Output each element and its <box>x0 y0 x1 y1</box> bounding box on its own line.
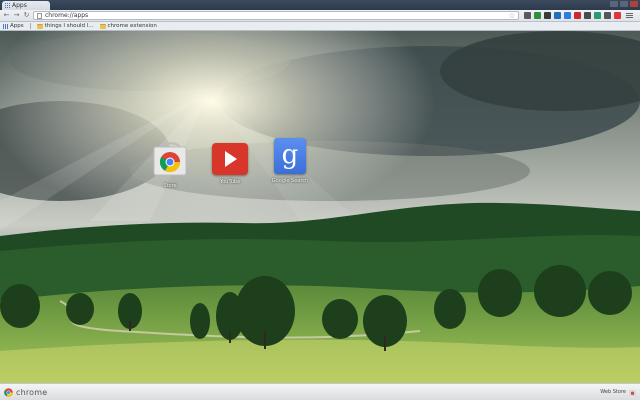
hamburger-menu-icon[interactable] <box>626 13 633 18</box>
app-youtube[interactable]: YouTube <box>200 141 260 185</box>
app-label: YouTube <box>219 179 241 185</box>
browser-window: Apps ← → ↻ chrome://apps ☆ Apps things I… <box>0 0 640 400</box>
forward-arrow-icon[interactable]: → <box>13 12 20 19</box>
youtube-icon <box>212 143 248 175</box>
apps-grid-icon <box>3 23 8 29</box>
tab-strip: Apps <box>0 0 640 10</box>
ext-4-icon[interactable] <box>554 12 561 19</box>
toolbar: ← → ↻ chrome://apps ☆ <box>0 10 640 22</box>
bookmark-label: chrome extension <box>107 23 157 29</box>
ext-8-icon[interactable] <box>594 12 601 19</box>
apps-grid: Store YouTube g Google Search <box>0 31 640 383</box>
back-arrow-icon[interactable]: ← <box>3 12 10 19</box>
chrome-logo-icon <box>4 387 13 397</box>
app-label: Store <box>163 183 177 189</box>
app-label: Google Search <box>271 178 309 184</box>
ext-9-icon[interactable] <box>604 12 611 19</box>
ext-7-icon[interactable] <box>584 12 591 19</box>
reload-icon[interactable]: ↻ <box>23 12 30 19</box>
extension-icons <box>524 12 621 19</box>
address-bar[interactable]: chrome://apps ☆ <box>33 11 519 20</box>
ext-1-icon[interactable] <box>524 12 531 19</box>
app-google-search[interactable]: g Google Search <box>260 138 320 184</box>
chrome-web-store-icon <box>153 142 187 176</box>
tab-apps[interactable]: Apps <box>2 1 50 10</box>
apps-page: Store YouTube g Google Search <box>0 31 640 383</box>
web-store-label: Web Store <box>600 389 626 395</box>
web-store-link[interactable]: Web Store <box>600 389 636 396</box>
ext-5-icon[interactable] <box>564 12 571 19</box>
window-controls <box>610 1 638 7</box>
star-icon[interactable]: ☆ <box>509 12 515 20</box>
bookmark-folder-chrome-extension[interactable]: chrome extension <box>99 23 157 29</box>
ext-10-icon[interactable] <box>614 12 621 19</box>
ext-3-icon[interactable] <box>544 12 551 19</box>
maximize-button[interactable] <box>620 1 628 7</box>
ext-6-icon[interactable] <box>574 12 581 19</box>
bookmark-label: things I should l... <box>44 23 94 29</box>
apps-footer: chrome Web Store <box>0 383 640 400</box>
chrome-wordmark: chrome <box>16 387 48 397</box>
app-store[interactable]: Store <box>140 141 200 189</box>
apps-grid-icon <box>5 3 10 8</box>
close-window-button[interactable] <box>630 1 638 7</box>
folder-icon <box>99 23 106 29</box>
ext-2-icon[interactable] <box>534 12 541 19</box>
folder-icon <box>36 23 43 29</box>
google-search-icon: g <box>274 138 306 174</box>
bookmark-apps-label: Apps <box>10 23 24 29</box>
bookmark-separator <box>29 23 31 29</box>
minimize-button[interactable] <box>610 1 618 7</box>
chrome-web-store-icon <box>629 389 636 396</box>
bookmarks-bar: Apps things I should l... chrome extensi… <box>0 22 640 31</box>
bookmark-apps[interactable]: Apps <box>3 23 24 29</box>
url-text[interactable]: chrome://apps <box>45 12 506 19</box>
tab-title: Apps <box>12 2 27 9</box>
page-icon <box>37 12 42 19</box>
bookmark-folder-things[interactable]: things I should l... <box>36 23 94 29</box>
